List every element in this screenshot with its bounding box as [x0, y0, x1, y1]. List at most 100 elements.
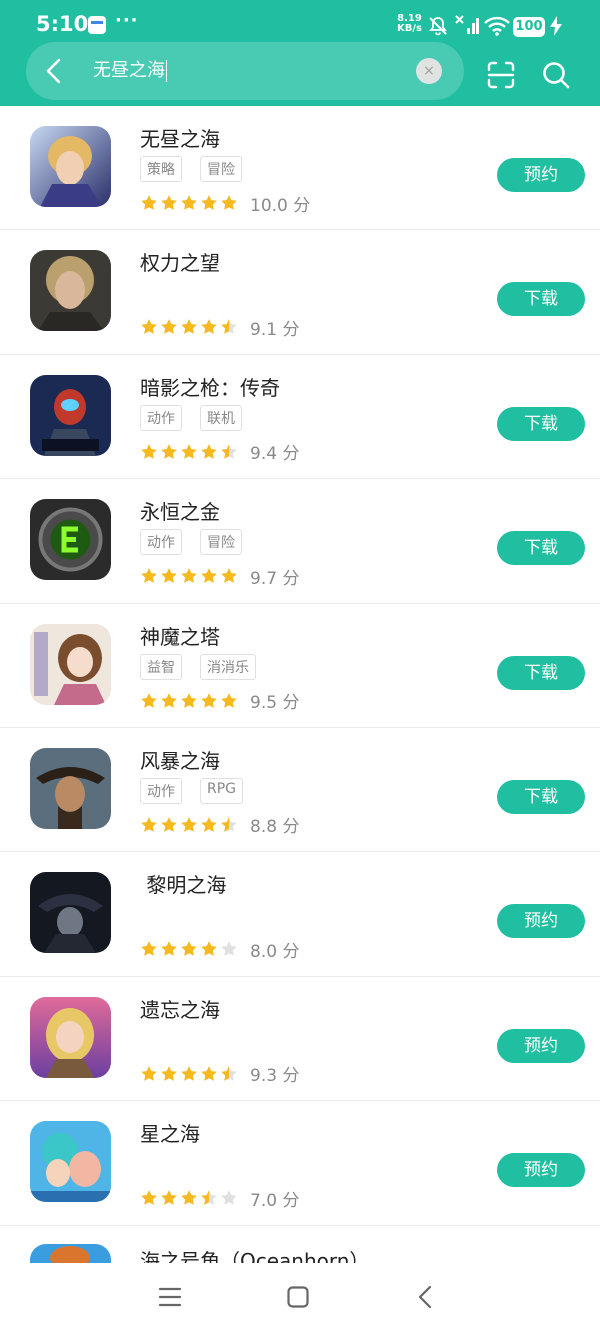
blonde-girl-icon[interactable] [30, 996, 111, 1078]
result-row[interactable]: 黎明之海 8.0 分 预约 [0, 852, 600, 977]
star-full-icon [201, 319, 217, 335]
download-button[interactable]: 下载 [497, 779, 585, 814]
home-icon[interactable] [286, 1285, 310, 1309]
search-box[interactable] [26, 42, 464, 100]
status-time: 5:10 [36, 12, 89, 36]
star-full-icon [141, 817, 157, 832]
status-bar: 5:10 ··· 8.19 KB/s 100 [0, 0, 600, 44]
back-arrow-icon[interactable] [40, 56, 70, 86]
download-button[interactable]: 下载 [497, 406, 585, 441]
menu-icon[interactable] [158, 1285, 182, 1309]
star-rating [140, 194, 238, 212]
anime-girl-icon[interactable] [30, 623, 111, 705]
star-full-icon [161, 195, 177, 210]
app-name[interactable]: 海之号角（Oceanhorn） [140, 1245, 369, 1263]
result-row[interactable]: 海之号角（Oceanhorn） [0, 1226, 600, 1263]
star-full-icon [201, 941, 217, 957]
score: 8.8 分 [250, 817, 300, 838]
ocean-heroes-icon[interactable] [30, 1121, 111, 1203]
clear-search-button[interactable]: × [416, 58, 442, 84]
result-row[interactable]: 星之海 7.0 分 预约 [0, 1101, 600, 1226]
star-full-icon [181, 941, 197, 957]
star-full-icon [161, 1065, 177, 1081]
download-button[interactable]: 下载 [497, 282, 585, 317]
emblem-icon[interactable] [30, 499, 111, 581]
search-input[interactable]: 无昼之海 [93, 58, 167, 84]
result-row[interactable]: 永恒之金 动作 冒险 9.7 分 下载 [0, 479, 600, 604]
star-full-icon [181, 1065, 197, 1081]
star-full-icon [161, 319, 177, 335]
text-caret [166, 60, 167, 82]
result-row[interactable]: 神魔之塔 益智 消消乐 9.5 分 下载 [0, 604, 600, 728]
app-name[interactable]: 神魔之塔 [140, 621, 220, 650]
star-full-icon [181, 319, 197, 335]
calendar-icon [88, 16, 106, 34]
star-rating [140, 940, 238, 958]
result-row[interactable]: 遗忘之海 9.3 分 预约 [0, 977, 600, 1102]
star-full-icon [161, 941, 177, 957]
bell-muted-icon [429, 17, 447, 36]
star-rating [140, 567, 238, 585]
result-row[interactable]: 风暴之海 动作 RPG 8.8 分 下载 [0, 728, 600, 853]
app-name[interactable]: 黎明之海 [140, 869, 226, 898]
tag: 联机 [200, 404, 242, 431]
score: 9.5 分 [250, 693, 300, 714]
app-name[interactable]: 暗影之枪：传奇 [140, 372, 280, 401]
app-name[interactable]: 星之海 [140, 1118, 200, 1147]
fantasy-hero-icon[interactable] [30, 126, 111, 207]
download-button[interactable]: 下载 [497, 531, 585, 566]
star-full-icon [201, 443, 217, 459]
result-row[interactable]: 权力之望 9.1 分 下载 [0, 230, 600, 355]
pirate-icon[interactable] [30, 747, 111, 829]
portrait-icon[interactable] [30, 250, 111, 332]
star-half-icon [201, 1190, 217, 1205]
star-full-icon [141, 443, 157, 459]
star-full-icon [141, 1065, 157, 1081]
app-name[interactable]: 无昼之海 [140, 123, 220, 152]
app-name[interactable]: 风暴之海 [140, 745, 220, 774]
reserve-button[interactable]: 预约 [497, 904, 585, 939]
app-name[interactable]: 遗忘之海 [140, 994, 220, 1023]
star-half-icon [221, 319, 237, 335]
hooded-figure-icon[interactable] [30, 872, 111, 954]
reserve-button[interactable]: 预约 [497, 1028, 585, 1063]
star-full-icon [141, 1190, 157, 1205]
app-name[interactable]: 权力之望 [140, 247, 220, 276]
search-icon[interactable] [541, 60, 571, 90]
tag: 动作 [140, 404, 182, 431]
tag-list: 策略 冒险 [140, 156, 242, 182]
score: 9.4 分 [250, 444, 300, 465]
score: 10.0 分 [250, 195, 311, 216]
reserve-button[interactable]: 预约 [497, 158, 585, 192]
shadowgun-icon[interactable] [30, 374, 111, 456]
star-full-icon [141, 195, 157, 210]
tag: 冒险 [200, 529, 242, 556]
tag: 策略 [140, 156, 182, 182]
header-bar: 5:10 ··· 8.19 KB/s 100 无昼之海 × [0, 0, 600, 106]
rating: 10.0 分 [140, 192, 311, 216]
no-signal-icon [455, 15, 479, 34]
star-full-icon [181, 443, 197, 459]
back-icon[interactable] [414, 1285, 438, 1309]
result-row[interactable]: 暗影之枪：传奇 动作 联机 9.4 分 下载 [0, 355, 600, 480]
star-half-icon [221, 817, 237, 832]
tag-list: 动作 冒险 [140, 529, 242, 556]
star-full-icon [201, 568, 217, 583]
star-full-icon [201, 692, 217, 708]
reserve-button[interactable]: 预约 [497, 1153, 585, 1188]
star-full-icon [181, 195, 197, 210]
score: 9.7 分 [250, 568, 300, 589]
network-speed: 8.19 KB/s [397, 14, 422, 34]
star-full-icon [221, 692, 237, 708]
star-rating [140, 443, 238, 461]
battery-indicator: 100 [513, 17, 545, 37]
result-row[interactable]: 无昼之海 策略 冒险 10.0 分 预约 [0, 106, 600, 231]
search-results-list: 无昼之海 策略 冒险 10.0 分 预约 权力之望 9.1 分 下载 暗影之枪：… [0, 106, 600, 1263]
oceanhorn-icon[interactable] [30, 1243, 111, 1263]
rating: 9.1 分 [140, 316, 299, 340]
app-name[interactable]: 永恒之金 [140, 496, 220, 525]
download-button[interactable]: 下载 [497, 655, 585, 690]
star-rating [140, 816, 238, 834]
scan-icon[interactable] [486, 60, 516, 90]
star-full-icon [181, 817, 197, 832]
